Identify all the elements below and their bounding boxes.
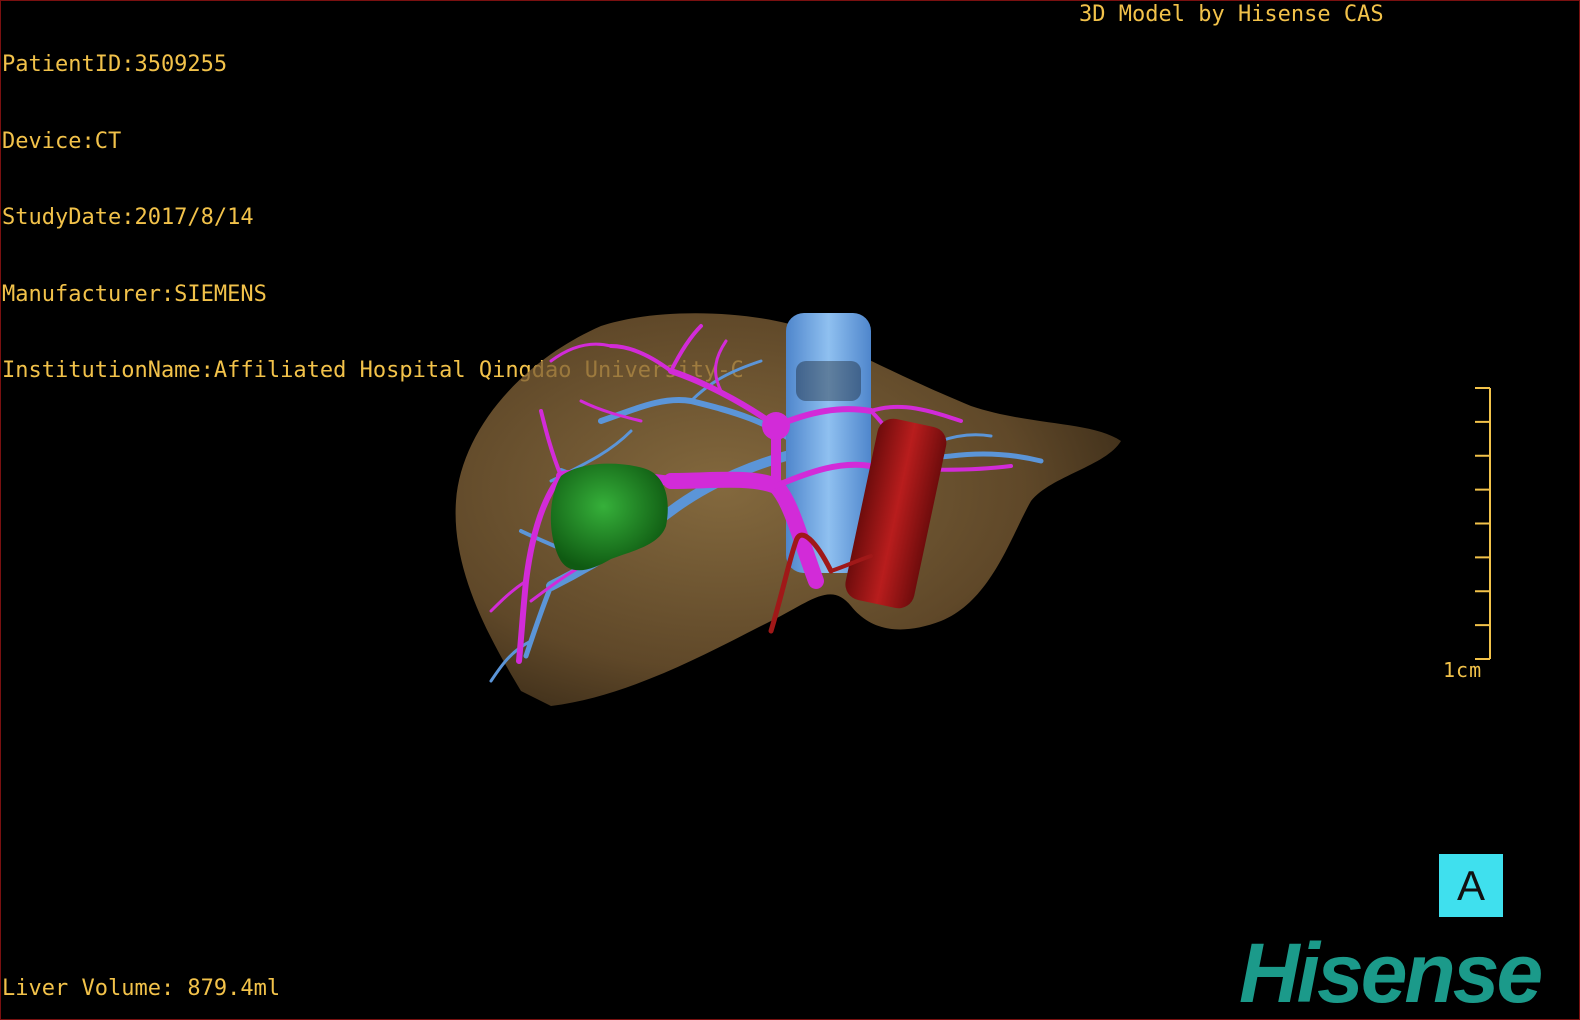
- device-text: Device:CT: [2, 128, 122, 154]
- 3d-viewport[interactable]: PatientID:3509255 Device:CT StudyDate:20…: [0, 0, 1580, 1020]
- liver-volume-text: Liver Volume: 879.4ml: [2, 976, 281, 1001]
- scale-label: 1cm: [1443, 658, 1483, 682]
- scale-bar: [1475, 387, 1491, 660]
- liver-3d-model[interactable]: [431, 301, 1151, 721]
- model-credit-text: 3D Model by Hisense CAS: [1079, 2, 1384, 27]
- hisense-logo: Hisense: [1239, 926, 1543, 1020]
- orientation-cube[interactable]: A: [1439, 854, 1503, 917]
- study-date-text: StudyDate:2017/8/14: [2, 205, 254, 230]
- patient-id-text: PatientID:3509255: [2, 52, 228, 77]
